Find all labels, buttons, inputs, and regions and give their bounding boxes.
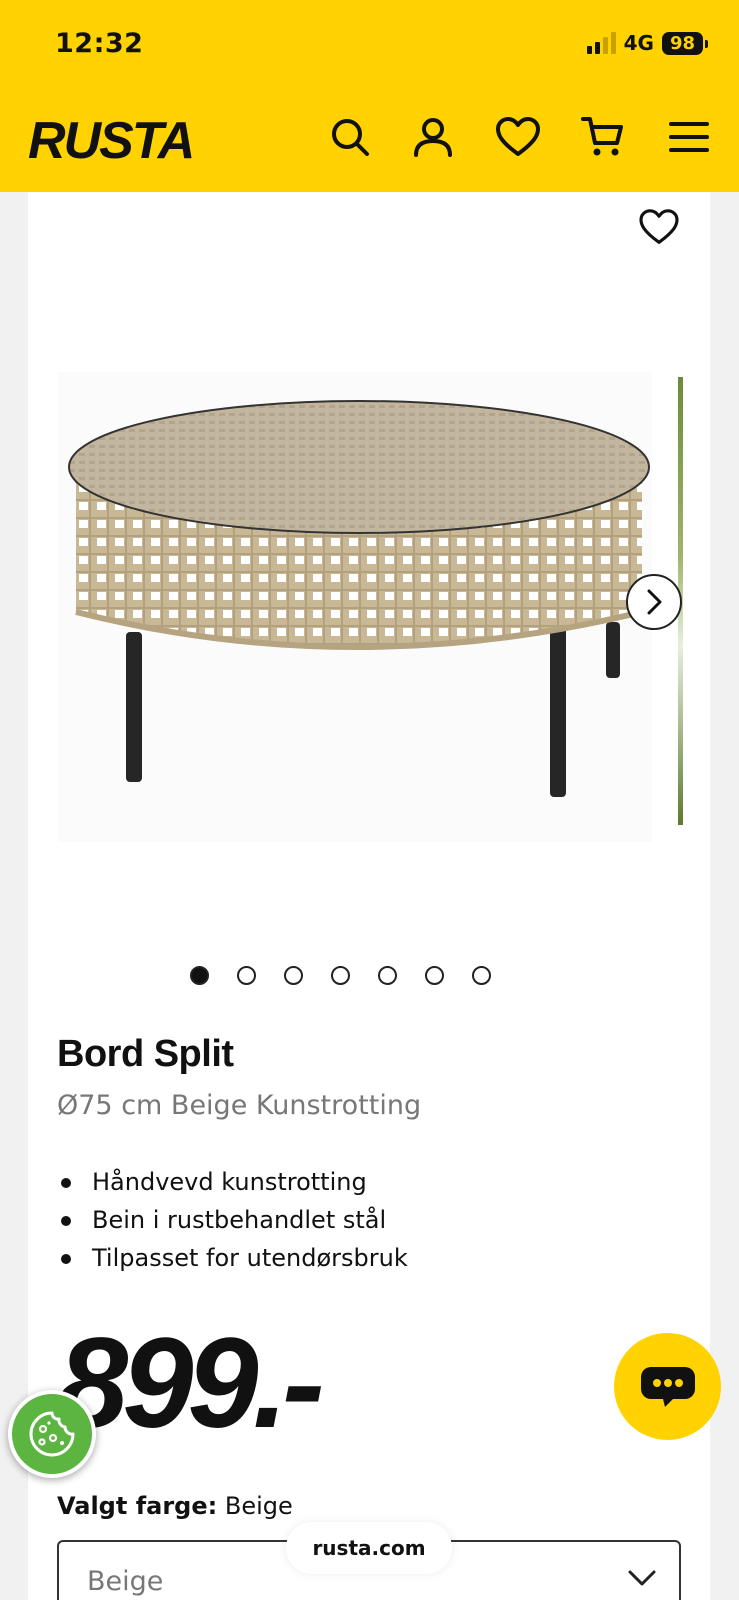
svg-text:RUSTA: RUSTA xyxy=(28,112,193,166)
browser-url-bar[interactable]: rusta.com xyxy=(286,1522,452,1574)
status-time: 12:32 xyxy=(55,28,144,59)
add-to-favorites-heart-icon[interactable] xyxy=(636,204,682,250)
selected-color-value: Beige xyxy=(224,1492,293,1520)
search-icon[interactable] xyxy=(327,114,373,160)
battery-level: 98 xyxy=(661,31,709,55)
feature-item: Håndvevd kunstrotting xyxy=(57,1163,408,1201)
gallery-dot-5[interactable] xyxy=(377,966,397,985)
product-card: Bord Split Ø75 cm Beige Kunstrotting Hån… xyxy=(28,192,710,1600)
menu-icon[interactable] xyxy=(666,114,712,160)
gallery-dot-7[interactable] xyxy=(471,966,491,985)
selected-color: Valgt farge: Beige xyxy=(57,1492,293,1520)
next-image-button[interactable] xyxy=(626,574,682,630)
chat-button[interactable] xyxy=(614,1333,721,1440)
chat-bubble-icon xyxy=(640,1366,695,1407)
gallery-dot-4[interactable] xyxy=(330,966,350,985)
gallery-dot-6[interactable] xyxy=(424,966,444,985)
rusta-logo[interactable]: RUSTA xyxy=(28,110,214,166)
product-image[interactable] xyxy=(58,372,652,842)
feature-item: Tilpasset for utendørsbruk xyxy=(57,1239,408,1277)
signal-icon xyxy=(586,32,616,54)
gallery-dot-1[interactable] xyxy=(189,966,209,985)
status-indicators: 4G 98 xyxy=(586,31,709,55)
product-subtitle: Ø75 cm Beige Kunstrotting xyxy=(57,1090,422,1121)
product-title: Bord Split xyxy=(57,1033,234,1075)
gallery-dot-2[interactable] xyxy=(236,966,256,985)
network-type: 4G xyxy=(623,31,654,55)
wishlist-heart-icon[interactable] xyxy=(495,114,541,160)
site-header: 12:32 4G 98 RUSTA xyxy=(0,0,739,192)
selected-color-label: Valgt farge: xyxy=(57,1492,218,1520)
cookie-settings-button[interactable] xyxy=(8,1390,96,1478)
cookie-icon xyxy=(29,1411,75,1457)
gallery-dot-3[interactable] xyxy=(283,966,303,985)
product-features: Håndvevd kunstrotting Bein i rustbehandl… xyxy=(57,1163,408,1277)
cart-icon[interactable] xyxy=(580,114,626,160)
feature-item: Bein i rustbehandlet stål xyxy=(57,1201,408,1239)
color-select-value: Beige xyxy=(87,1566,164,1597)
chevron-down-icon xyxy=(628,1570,656,1586)
product-price: 899.- xyxy=(57,1312,325,1455)
account-icon[interactable] xyxy=(410,114,456,160)
gallery-pagination xyxy=(0,966,681,985)
